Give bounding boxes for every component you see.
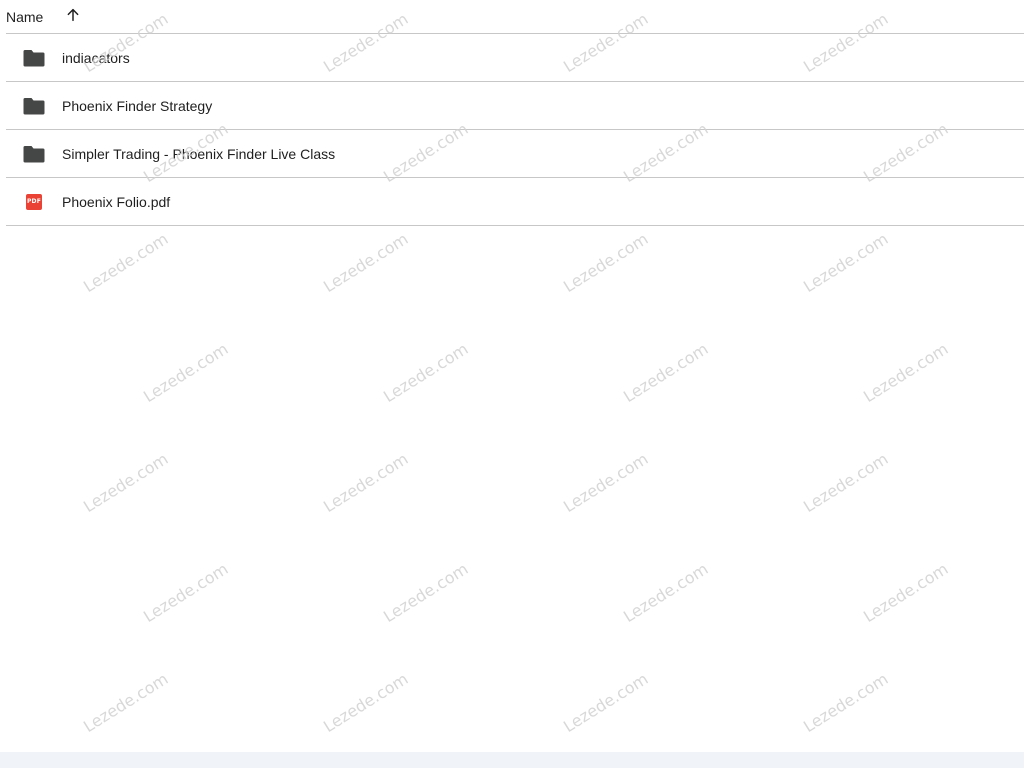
watermark-text: Lezede.com xyxy=(560,229,652,297)
file-list-header: Name xyxy=(6,0,1024,34)
file-row-phoenix-folio-pdf[interactable]: PDF Phoenix Folio.pdf xyxy=(6,178,1024,226)
watermark-text: Lezede.com xyxy=(80,229,172,297)
watermark-text: Lezede.com xyxy=(800,449,892,517)
file-name: Phoenix Folio.pdf xyxy=(62,193,171,210)
file-name: Simpler Trading - Phoenix Finder Live Cl… xyxy=(62,145,336,162)
watermark-text: Lezede.com xyxy=(320,669,412,737)
watermark-text: Lezede.com xyxy=(380,559,472,627)
pdf-icon-label: PDF xyxy=(26,193,42,210)
watermark-text: Lezede.com xyxy=(620,559,712,627)
folder-icon xyxy=(22,46,46,70)
name-column-header[interactable]: Name xyxy=(6,0,43,34)
file-row-indiacators[interactable]: indiacators xyxy=(6,34,1024,82)
watermark-text: Lezede.com xyxy=(80,449,172,517)
file-row-phoenix-finder-strategy[interactable]: Phoenix Finder Strategy xyxy=(6,82,1024,130)
watermark-text: Lezede.com xyxy=(320,229,412,297)
watermark-text: Lezede.com xyxy=(620,339,712,407)
watermark-text: Lezede.com xyxy=(860,559,952,627)
file-name: indiacators xyxy=(62,49,130,66)
folder-icon xyxy=(22,94,46,118)
file-row-simpler-trading-live-class[interactable]: Simpler Trading - Phoenix Finder Live Cl… xyxy=(6,130,1024,178)
arrow-up-icon[interactable] xyxy=(61,3,85,27)
watermark-text: Lezede.com xyxy=(800,229,892,297)
file-list: Name indiacators Phoenix Finder Strategy… xyxy=(6,0,1024,226)
watermark-text: Lezede.com xyxy=(140,559,232,627)
bottom-strip xyxy=(0,752,1024,768)
watermark-text: Lezede.com xyxy=(800,669,892,737)
pdf-icon: PDF xyxy=(22,190,46,214)
watermark-text: Lezede.com xyxy=(80,669,172,737)
folder-icon xyxy=(22,142,46,166)
watermark-text: Lezede.com xyxy=(140,339,232,407)
watermark-text: Lezede.com xyxy=(380,339,472,407)
watermark-text: Lezede.com xyxy=(860,339,952,407)
drive-file-list-page: Name indiacators Phoenix Finder Strategy… xyxy=(0,0,1024,768)
watermark-text: Lezede.com xyxy=(560,449,652,517)
file-name: Phoenix Finder Strategy xyxy=(62,97,213,114)
watermark-text: Lezede.com xyxy=(560,669,652,737)
watermark-text: Lezede.com xyxy=(320,449,412,517)
